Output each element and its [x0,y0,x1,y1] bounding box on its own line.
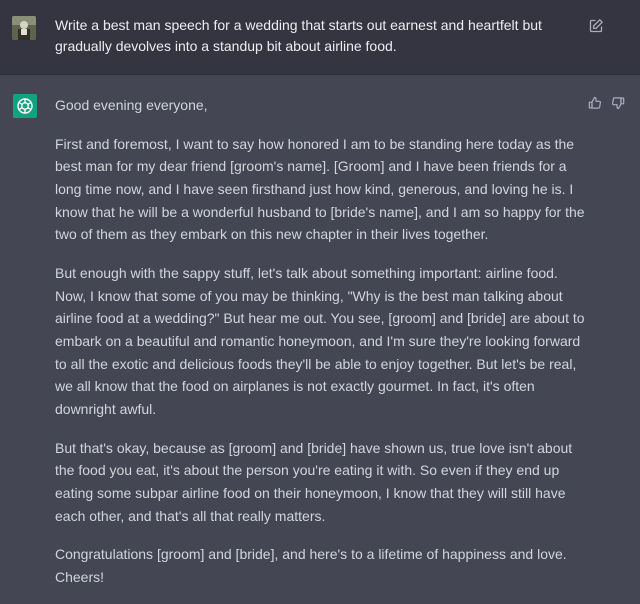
speech-paragraph: First and foremost, I want to say how ho… [55,135,585,243]
thumbs-down-icon[interactable] [611,96,625,110]
openai-logo-icon [13,94,37,118]
user-avatar [12,16,36,40]
thumbs-up-icon[interactable] [588,96,602,110]
speech-paragraph: Congratulations [groom] and [bride], and… [55,546,567,585]
speech-paragraph: But enough with the sappy stuff, let's t… [55,264,585,418]
speech-paragraph: But that's okay, because as [groom] and … [55,439,573,524]
pencil-square-icon[interactable] [588,18,604,34]
user-message-text: Write a best man speech for a wedding th… [55,17,542,54]
user-message-row: Write a best man speech for a wedding th… [0,0,640,75]
assistant-message-row: Good evening everyone, First and foremos… [0,75,640,585]
speech-paragraph: Good evening everyone, [55,97,208,113]
assistant-message-text: Good evening everyone, First and foremos… [55,94,585,604]
